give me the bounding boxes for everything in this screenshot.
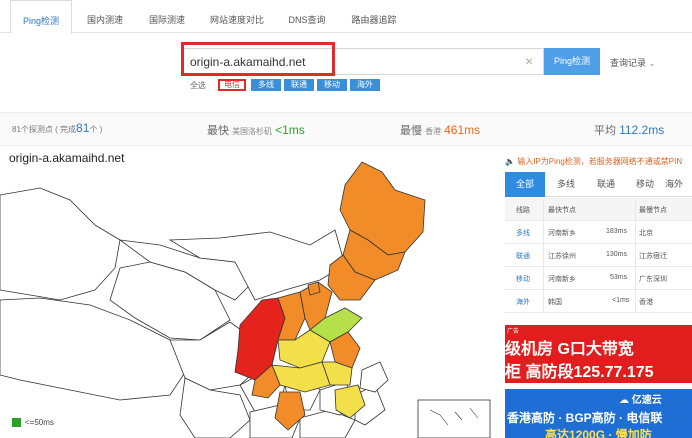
header-slowest-node: 最慢节点 [639, 207, 667, 214]
ad-line: 级机房 G口大带宽 [505, 341, 634, 358]
filter-mobile[interactable]: 移动 [317, 79, 347, 91]
ad-line: 香港高防 · BGP高防 · 电信联 [507, 411, 663, 425]
line-tab-unicom[interactable]: 联通 [587, 172, 625, 197]
table-row: 多线 [516, 230, 530, 237]
line-tab-multiline[interactable]: 多线 [545, 172, 587, 197]
south-sea-inset [417, 399, 491, 438]
tab-ping[interactable]: Ping检测 [10, 0, 72, 34]
filter-unicom[interactable]: 联通 [284, 79, 314, 91]
probe-count: 81个探测点 ( 完成81个 ) [12, 121, 103, 135]
row-divider [505, 266, 692, 267]
region-xinjiang [0, 187, 121, 301]
average-stat: 平均 112.2ms [594, 123, 665, 137]
table-cell: 江苏宿迁 [639, 253, 667, 260]
table-cell: 河南新乡 [548, 230, 576, 237]
table-cell: 183ms [606, 228, 628, 235]
row-divider [505, 289, 692, 290]
slowest-stat: 最慢 香港 461ms [400, 123, 481, 137]
china-map [0, 161, 491, 438]
table-row: 联通 [516, 253, 530, 260]
table-row: 海外 [516, 299, 530, 306]
speaker-icon: 🔈 [505, 157, 515, 166]
table-row: 移动 [516, 276, 530, 283]
map-legend: <=50ms [12, 418, 54, 428]
tab-domestic-speed[interactable]: 国内测速 [76, 0, 134, 33]
table-cell: 北京 [639, 230, 653, 237]
ad-banner-blue[interactable]: ☁ 亿速云 香港高防 · BGP高防 · 电信联 高达1200G · 慢加防 [505, 389, 692, 438]
header-fastest-node: 最快节点 [548, 207, 576, 214]
header-line: 线路 [516, 207, 530, 214]
filter-overseas[interactable]: 海外 [350, 79, 380, 91]
row-divider [505, 243, 692, 244]
clear-icon[interactable]: × [525, 53, 533, 69]
history-label: 查询记录 [610, 58, 647, 68]
region-zhejiang [359, 361, 389, 393]
ad-tag: 广告 [507, 329, 520, 335]
tab-site-compare[interactable]: 网站速度对比 [200, 0, 274, 33]
table-cell: 江苏徐州 [548, 253, 576, 260]
table-cell: 香港 [639, 299, 653, 306]
search-highlight-box [181, 42, 335, 76]
table-cell: 53ms [610, 274, 628, 281]
line-tab-mobile[interactable]: 移动 [625, 172, 665, 197]
table-cell: <1ms [612, 297, 630, 304]
filter-select-all[interactable]: 全选 [190, 80, 206, 91]
chevron-down-icon: ⌄ [648, 59, 656, 68]
table-cell: 韩国 [548, 299, 562, 306]
filter-telecom[interactable]: 电信 [218, 79, 246, 91]
table-cell: 河南新乡 [548, 276, 576, 283]
map-outline [0, 187, 389, 438]
history-link[interactable]: 查询记录 ⌄ [610, 56, 655, 69]
tab-international-speed[interactable]: 国际测速 [138, 0, 196, 33]
ad-line: 柜 高防段125.77.175 [505, 364, 654, 381]
table-cell: 广东深圳 [639, 276, 667, 283]
filter-multiline[interactable]: 多线 [251, 79, 281, 91]
table-divider [543, 198, 544, 312]
ad-line: 高达1200G · 慢加防 [545, 428, 652, 438]
table-cell: 130ms [606, 251, 628, 258]
legend-swatch [12, 418, 21, 428]
ping-button[interactable]: Ping检测 [544, 48, 600, 75]
row-divider [505, 312, 692, 313]
ad-logo: ☁ 亿速云 [619, 395, 662, 406]
tab-traceroute[interactable]: 路由器追踪 [340, 0, 408, 33]
row-divider [505, 220, 692, 221]
stats-bar [0, 112, 692, 146]
notice-text: 🔈 输入IP为Ping检测，若服务器网络不通或禁PIN [505, 157, 683, 166]
fastest-stat: 最快 美国洛杉矶 <1ms [207, 123, 305, 137]
line-tab-overseas[interactable]: 海外 [665, 172, 692, 197]
tab-dns-query[interactable]: DNS查询 [278, 0, 336, 33]
table-divider [635, 198, 636, 312]
ad-banner-red[interactable]: 广告 级机房 G口大带宽 柜 高防段125.77.175 [505, 325, 692, 383]
cloud-icon: ☁ [619, 395, 629, 406]
line-tab-all[interactable]: 全部 [505, 172, 545, 197]
